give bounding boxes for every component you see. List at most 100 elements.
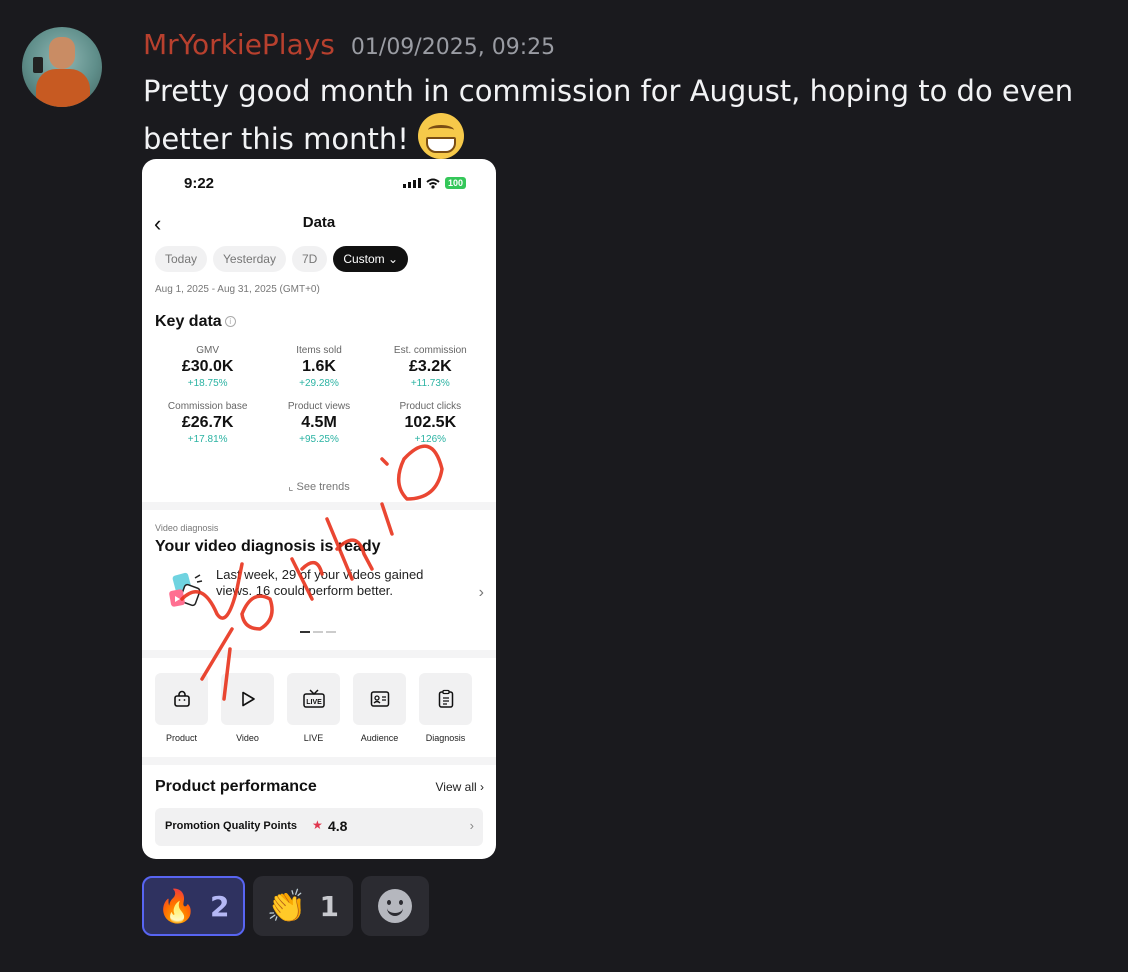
live-icon: LIVE	[302, 689, 325, 708]
play-icon	[241, 691, 255, 707]
tool-label: LIVE	[303, 733, 324, 743]
video-diagnosis-label: Video diagnosis	[155, 523, 219, 533]
chevron-down-icon: ⌄	[388, 252, 399, 266]
info-icon[interactable]: i	[224, 316, 236, 327]
avatar-phone	[33, 57, 43, 73]
wifi-icon	[426, 178, 440, 189]
metric-value: 4.5M	[301, 414, 337, 431]
metric-label: Product views	[287, 401, 351, 412]
chip-custom[interactable]: Custom ⌄	[333, 246, 409, 272]
star-icon: ★	[312, 818, 323, 832]
tool-diagnosis[interactable]: Diagnosis	[419, 673, 472, 743]
tool-video[interactable]: Video	[221, 673, 274, 743]
tool-audience[interactable]: Audience	[353, 673, 406, 743]
video-cards-icon	[169, 572, 203, 607]
metric-label: Items sold	[296, 345, 342, 356]
metric-value: £3.2K	[408, 358, 452, 375]
see-trends-label: See trends	[296, 481, 350, 493]
tool-label: Video	[236, 733, 259, 743]
metric-delta: +11.73%	[410, 378, 450, 389]
key-data-metrics: GMV £30.0K +18.75% Items sold 1.6K +29.28% E…	[152, 345, 486, 445]
chip-custom-label: Custom	[343, 252, 385, 266]
key-data-label: Key data	[155, 313, 222, 330]
nav-title: Data	[302, 214, 336, 231]
metric-delta: +29.28%	[299, 378, 339, 389]
add-reaction-smiley-icon	[377, 889, 412, 923]
date-filter-chips: Today Yesterday 7D Custom ⌄	[155, 246, 409, 272]
reaction-clap[interactable]: 👏 1	[253, 876, 353, 936]
carousel-dots	[300, 631, 336, 633]
metric-delta: +126%	[414, 434, 447, 445]
metric-label: Commission base	[167, 401, 248, 412]
view-all-link[interactable]: View all ›	[436, 780, 484, 794]
tool-product[interactable]: Product	[155, 673, 208, 743]
section-divider	[142, 650, 496, 658]
pqp-label: Promotion Quality Points	[165, 820, 298, 832]
metric-delta: +18.75%	[187, 378, 228, 389]
metric-delta: +17.81%	[187, 434, 228, 445]
chevron-right-icon: ›	[480, 780, 484, 794]
date-range: Aug 1, 2025 - Aug 31, 2025 (GMT+0)	[155, 284, 320, 295]
grinning-face-emoji-icon	[418, 113, 465, 159]
metric-items-sold: Items sold 1.6K +29.28%	[263, 345, 374, 389]
chip-7d[interactable]: 7D	[291, 246, 328, 272]
bag-icon	[173, 690, 190, 707]
metric-value: 102.5K	[404, 414, 457, 431]
metric-label: GMV	[196, 345, 220, 356]
clipboard-icon	[438, 689, 453, 708]
metric-commission-base: Commission base £26.7K +17.81%	[152, 401, 263, 445]
fire-emoji-icon: 🔥	[157, 887, 197, 925]
clapping-hands-emoji-icon: 👏	[266, 887, 307, 925]
metric-delta: +95.25%	[299, 434, 339, 445]
promotion-quality-points-row[interactable]: Promotion Quality Points ★ 4.8 ›	[155, 808, 483, 846]
metric-value: £30.0K	[181, 358, 234, 375]
section-divider	[142, 757, 496, 765]
metric-est-commission: Est. commission £3.2K +11.73%	[375, 345, 486, 389]
metric-gmv: GMV £30.0K +18.75%	[152, 345, 263, 389]
metric-label: Est. commission	[393, 345, 467, 356]
signal-icon	[402, 178, 421, 188]
tool-label: Diagnosis	[425, 733, 466, 743]
product-performance-title: Product performance	[155, 778, 317, 795]
chip-yesterday[interactable]: Yesterday	[213, 246, 286, 272]
message-text: Pretty good month in commission for Augu…	[143, 70, 1113, 161]
message-body: Pretty good month in commission for Augu…	[143, 74, 1074, 156]
user-avatar[interactable]	[22, 27, 102, 107]
video-diagnosis-title: Your video diagnosis is ready	[155, 538, 381, 555]
avatar-body	[36, 69, 90, 107]
trend-chart-icon: ⌞	[288, 481, 294, 493]
see-trends-link[interactable]: ⌞ See trends	[142, 480, 496, 493]
status-time: 9:22	[184, 175, 215, 192]
id-card-icon	[370, 691, 389, 707]
metric-product-views: Product views 4.5M +95.25%	[263, 401, 374, 445]
chip-today[interactable]: Today	[155, 246, 208, 272]
avatar-head	[49, 37, 75, 69]
view-all-label: View all	[435, 780, 477, 794]
reaction-fire[interactable]: 🔥 2	[142, 876, 246, 936]
screenshot-attachment[interactable]: 9:22 100 ‹ Data Today Yesterday 7D Custo…	[142, 159, 496, 859]
chevron-right-icon[interactable]: ›	[479, 584, 484, 602]
video-diagnosis-text: Last week, 29 of your videos gained view…	[216, 567, 424, 598]
metric-value: £26.7K	[181, 414, 234, 431]
metric-product-clicks: Product clicks 102.5K +126%	[375, 401, 486, 445]
tool-shortcuts: Product Video LIVE LIVE Audience Diagnos…	[155, 673, 472, 743]
tool-label: Audience	[360, 733, 399, 743]
add-reaction-button[interactable]	[360, 876, 429, 936]
reaction-count: 2	[210, 889, 230, 923]
tool-live[interactable]: LIVE LIVE	[287, 673, 340, 743]
status-icons: 100	[402, 177, 466, 189]
battery-indicator: 100	[444, 177, 466, 189]
username[interactable]: MrYorkiePlays	[143, 28, 335, 61]
metric-value: 1.6K	[302, 358, 336, 375]
chevron-right-icon: ›	[469, 818, 474, 833]
key-data-title: Key data i	[155, 313, 236, 331]
svg-text:LIVE: LIVE	[306, 699, 322, 706]
section-divider	[142, 502, 496, 510]
pqp-value: 4.8	[328, 818, 348, 834]
tool-label: Product	[165, 733, 198, 743]
message-timestamp: 01/09/2025, 09:25	[350, 35, 556, 60]
metric-label: Product clicks	[399, 401, 462, 412]
message-header: MrYorkiePlays 01/09/2025, 09:25	[143, 28, 555, 61]
reaction-count: 1	[319, 889, 339, 923]
reactions-bar: 🔥 2 👏 1	[142, 876, 429, 936]
